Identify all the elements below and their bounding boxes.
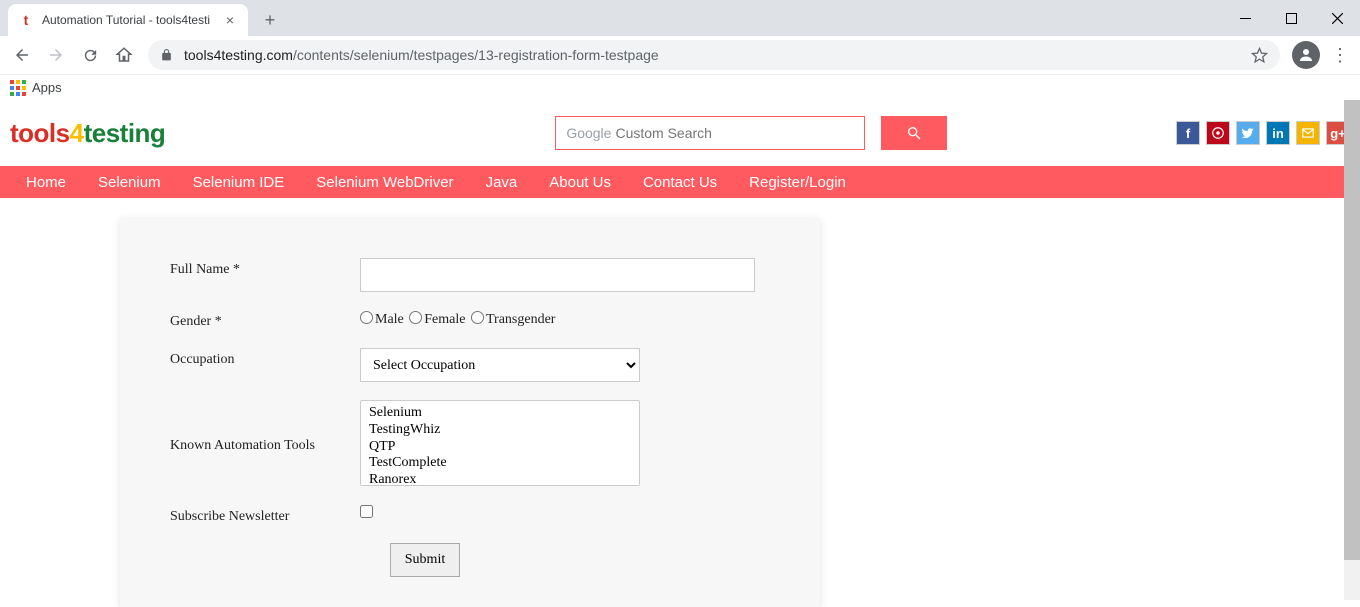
pinterest-link[interactable] [1206, 121, 1230, 145]
address-bar[interactable]: tools4testing.com/contents/selenium/test… [148, 40, 1280, 70]
tab-favicon: t [18, 12, 34, 28]
tab-title: Automation Tutorial - tools4testi [42, 13, 222, 27]
nav-selenium-webdriver[interactable]: Selenium WebDriver [300, 174, 469, 191]
full-name-label: Full Name * [170, 258, 360, 278]
linkedin-link[interactable]: in [1266, 121, 1290, 145]
search-box[interactable]: Google [555, 116, 865, 150]
apps-icon [10, 80, 26, 96]
nav-selenium-ide[interactable]: Selenium IDE [177, 174, 301, 191]
home-button[interactable] [108, 39, 140, 71]
profile-avatar[interactable] [1292, 41, 1320, 69]
site-logo[interactable]: tools4testing [10, 118, 165, 149]
new-tab-button[interactable]: + [256, 6, 284, 34]
search-wrap: Google [555, 116, 947, 150]
gender-radio-group: Male Female Transgender [360, 310, 770, 328]
gender-male-radio[interactable] [360, 311, 373, 324]
gender-trans-label: Transgender [486, 312, 555, 327]
nav-selenium[interactable]: Selenium [82, 174, 177, 191]
gender-female-label: Female [424, 312, 465, 327]
nav-home[interactable]: Home [10, 174, 82, 191]
bookmark-star-icon[interactable] [1251, 47, 1268, 64]
tab-close-icon[interactable]: × [222, 12, 238, 28]
search-icon [906, 125, 922, 141]
logo-bolt: 4 [70, 118, 84, 148]
newsletter-checkbox[interactable] [360, 505, 373, 518]
browser-toolbar: tools4testing.com/contents/selenium/test… [0, 36, 1360, 74]
main-nav: Home Selenium Selenium IDE Selenium WebD… [0, 166, 1360, 198]
window-minimize[interactable] [1222, 3, 1268, 33]
gender-trans-radio[interactable] [471, 311, 484, 324]
forward-button[interactable] [40, 39, 72, 71]
page-scrollbar[interactable] [1344, 100, 1360, 600]
window-close[interactable] [1314, 3, 1360, 33]
tools-multiselect[interactable]: Selenium TestingWhiz QTP TestComplete Ra… [360, 400, 640, 486]
browser-menu-icon[interactable]: ⋮ [1326, 45, 1354, 66]
occupation-label: Occupation [170, 348, 360, 368]
full-name-input[interactable] [360, 258, 755, 292]
reload-button[interactable] [74, 39, 106, 71]
facebook-link[interactable]: f [1176, 121, 1200, 145]
search-button[interactable] [881, 116, 947, 150]
gender-female-radio[interactable] [409, 311, 422, 324]
lock-icon [160, 48, 174, 62]
nav-java[interactable]: Java [470, 174, 534, 191]
window-maximize[interactable] [1268, 3, 1314, 33]
bookmarks-bar: Apps [0, 74, 1360, 100]
google-brand-label: Google [566, 125, 611, 141]
nav-about-us[interactable]: About Us [533, 174, 627, 191]
tab-strip: t Automation Tutorial - tools4testi × + [0, 0, 1360, 36]
url-text: tools4testing.com/contents/selenium/test… [184, 47, 1243, 63]
window-controls [1222, 0, 1360, 36]
browser-chrome: t Automation Tutorial - tools4testi × + … [0, 0, 1360, 100]
logo-part1: tools [10, 118, 70, 148]
browser-tab[interactable]: t Automation Tutorial - tools4testi × [8, 4, 248, 36]
search-input[interactable] [615, 125, 854, 141]
twitter-link[interactable] [1236, 121, 1260, 145]
scrollbar-thumb[interactable] [1344, 100, 1360, 560]
page-header: tools4testing Google f in g+ [0, 100, 1360, 166]
back-button[interactable] [6, 39, 38, 71]
submit-button[interactable]: Submit [390, 543, 460, 577]
registration-form: Full Name * Gender * Male Female Transge… [120, 218, 820, 607]
social-links: f in g+ [1176, 121, 1350, 145]
gender-label: Gender * [170, 310, 360, 330]
page-content: tools4testing Google f in g+ Home Seleni… [0, 100, 1360, 607]
logo-part2: testing [84, 118, 166, 148]
newsletter-label: Subscribe Newsletter [170, 505, 360, 525]
nav-register-login[interactable]: Register/Login [733, 174, 862, 191]
apps-button[interactable]: Apps [10, 80, 62, 96]
mail-link[interactable] [1296, 121, 1320, 145]
apps-label: Apps [32, 80, 62, 95]
gender-male-label: Male [375, 312, 404, 327]
occupation-select[interactable]: Select Occupation [360, 348, 640, 382]
nav-contact-us[interactable]: Contact Us [627, 174, 733, 191]
tools-label: Known Automation Tools [170, 434, 360, 454]
